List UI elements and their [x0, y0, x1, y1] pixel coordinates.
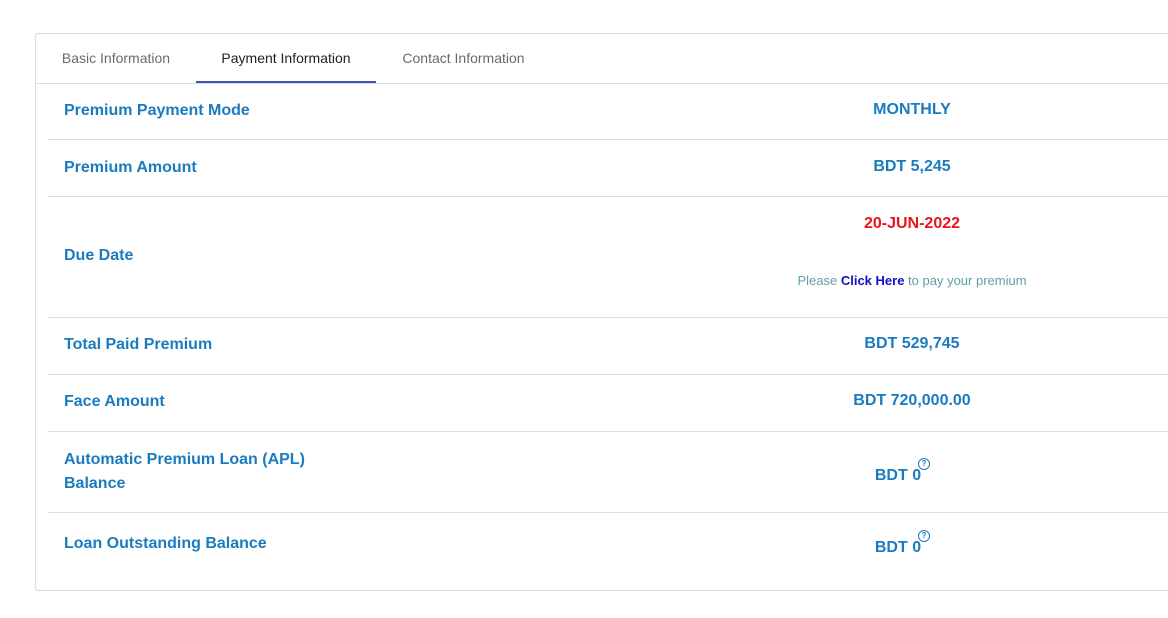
- face-amount-label: Face Amount: [64, 393, 165, 410]
- help-icon[interactable]: ?: [918, 530, 930, 542]
- pay-premium-note: Please Click Here to pay your premium: [712, 273, 1112, 288]
- premium-amount-label: Premium Amount: [64, 159, 197, 176]
- premium-payment-mode-value: MONTHLY: [873, 101, 951, 118]
- total-paid-premium-label: Total Paid Premium: [64, 336, 213, 353]
- row-total-paid-premium: Total Paid Premium BDT 529,745: [48, 318, 1168, 375]
- row-loan-outstanding-balance: Loan Outstanding Balance BDT 0 ?: [48, 513, 1168, 583]
- tab-bar: Basic Information Payment Information Co…: [36, 34, 1168, 84]
- row-premium-amount: Premium Amount BDT 5,245: [48, 140, 1168, 197]
- tab-label: Payment Information: [221, 50, 351, 66]
- help-icon[interactable]: ?: [918, 458, 930, 470]
- apl-balance-label: Automatic Premium Loan (APL) Balance: [64, 448, 305, 496]
- apl-balance-label-line2: Balance: [64, 475, 126, 492]
- face-amount-value: BDT 720,000.00: [853, 392, 971, 409]
- pay-note-suffix: to pay your premium: [908, 273, 1027, 288]
- policy-details-card: Basic Information Payment Information Co…: [35, 33, 1168, 591]
- payment-info-table: Premium Payment Mode MONTHLY Premium Amo…: [48, 83, 1168, 583]
- premium-amount-value: BDT 5,245: [873, 158, 951, 175]
- row-due-date: Due Date 20-JUN-2022 Please Click Here t…: [48, 197, 1168, 318]
- tab-label: Basic Information: [61, 50, 171, 66]
- row-face-amount: Face Amount BDT 720,000.00: [48, 375, 1168, 432]
- loan-outstanding-balance-value: BDT 0: [874, 539, 922, 556]
- total-paid-premium-value: BDT 529,745: [864, 335, 960, 352]
- pay-note-prefix: Please: [797, 273, 838, 288]
- pay-premium-link[interactable]: Click Here: [841, 273, 905, 288]
- loan-outstanding-balance-label: Loan Outstanding Balance: [64, 535, 267, 552]
- due-date-value: 20-JUN-2022: [863, 215, 961, 232]
- tab-contact-information[interactable]: Contact Information: [376, 34, 551, 82]
- apl-balance-label-line1: Automatic Premium Loan (APL): [64, 451, 305, 468]
- tab-basic-information[interactable]: Basic Information: [36, 34, 196, 82]
- row-premium-payment-mode: Premium Payment Mode MONTHLY: [48, 83, 1168, 140]
- tab-label: Contact Information: [402, 50, 525, 66]
- premium-payment-mode-label: Premium Payment Mode: [64, 102, 250, 119]
- due-date-label: Due Date: [64, 247, 134, 264]
- apl-balance-value: BDT 0: [874, 467, 922, 484]
- tab-payment-information[interactable]: Payment Information: [196, 34, 376, 83]
- row-apl-balance: Automatic Premium Loan (APL) Balance BDT…: [48, 432, 1168, 513]
